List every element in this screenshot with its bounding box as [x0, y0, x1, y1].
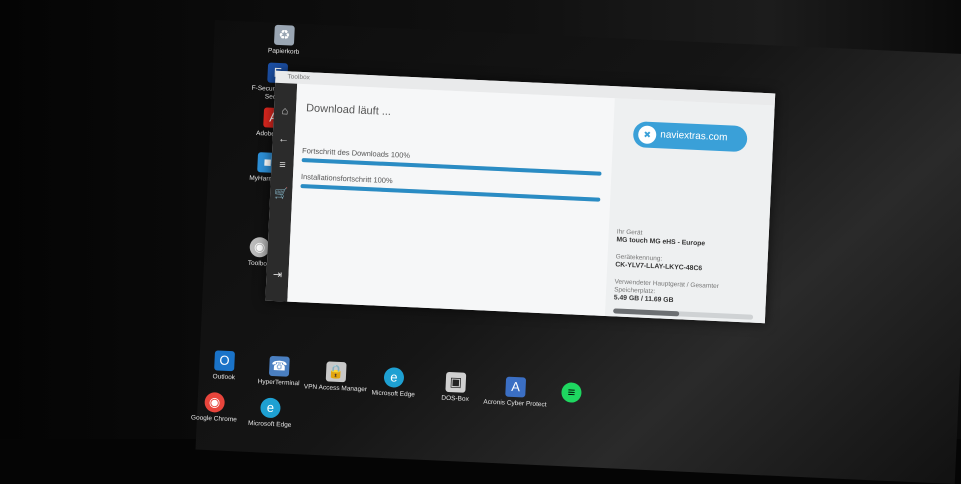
device-value: MG touch MG eHS - Europe: [616, 236, 706, 248]
naviextras-logo: ✖ naviextras.com: [632, 121, 748, 153]
download-progress-bar: [301, 158, 602, 176]
monitor-screen: ♻ Papierkorb F F-Secure Internet Securit…: [191, 20, 961, 484]
logout-icon[interactable]: ⇥: [266, 268, 289, 282]
naviextras-mark-icon: ✖: [637, 125, 657, 145]
download-progress-fill: [301, 158, 602, 176]
recycle-bin-icon: ♻: [273, 24, 295, 46]
storage-value: 5.49 GB / 11.69 GB: [613, 294, 674, 305]
desktop-icon-edge[interactable]: e Microsoft Edge: [358, 366, 429, 400]
desktop-icon-recycle-bin[interactable]: ♻ Papierkorb: [248, 24, 319, 58]
back-arrow-icon[interactable]: ←: [272, 133, 295, 146]
storage-bar: [613, 308, 754, 320]
chrome-icon: ◉: [204, 391, 226, 413]
menu-icon[interactable]: ≡: [271, 159, 294, 172]
desktop-icon-spotify[interactable]: ≡: [536, 381, 607, 407]
home-icon[interactable]: ⌂: [274, 105, 297, 118]
storage-label: Verwendeter Hauptgerät / Gesamter Speich…: [614, 278, 720, 296]
device-info-panel: ✖ naviextras.com Ihr Gerät MG touch MG eH…: [604, 98, 775, 324]
window-title: Toolbox: [287, 73, 311, 82]
outlook-icon: O: [214, 350, 235, 372]
storage-info: Verwendeter Hauptgerät / Gesamter Speich…: [614, 278, 735, 307]
edge-icon: e: [260, 397, 281, 419]
desktop-icon-edge-2[interactable]: e Microsoft Edge: [235, 396, 306, 430]
cart-icon[interactable]: 🛒: [270, 187, 293, 201]
spotify-icon: ≡: [561, 382, 582, 403]
toolbox-window: Toolbox –□× ⌂ ← ≡ 🛒 ⇥ Download läuft ...…: [265, 70, 776, 324]
vpn-icon: 🔒: [325, 361, 347, 383]
acronis-icon: A: [505, 376, 527, 398]
install-progress-fill: [300, 184, 601, 202]
edge-icon: e: [383, 367, 405, 388]
install-progress-bar: [300, 184, 601, 202]
dosbox-icon: ▣: [445, 371, 467, 393]
storage-bar-fill: [613, 308, 680, 317]
page-title: Download läuft ...: [305, 102, 392, 119]
install-progress-label: Installationsfortschritt 100%: [300, 172, 393, 186]
device-id-info: Gerätekennung: CK-YLV7-LLAY-LKYC-48C6: [615, 253, 703, 273]
device-info: Ihr Gerät MG touch MG eHS - Europe: [616, 228, 705, 248]
device-id-value: CK-YLV7-LLAY-LKYC-48C6: [615, 261, 703, 273]
logo-text: naviextras.com: [660, 129, 728, 144]
download-panel: Download läuft ... Fortschritt des Downl…: [287, 83, 615, 316]
device-label: Ihr Gerät: [616, 228, 643, 237]
hyperterminal-icon: ☎: [268, 355, 290, 377]
